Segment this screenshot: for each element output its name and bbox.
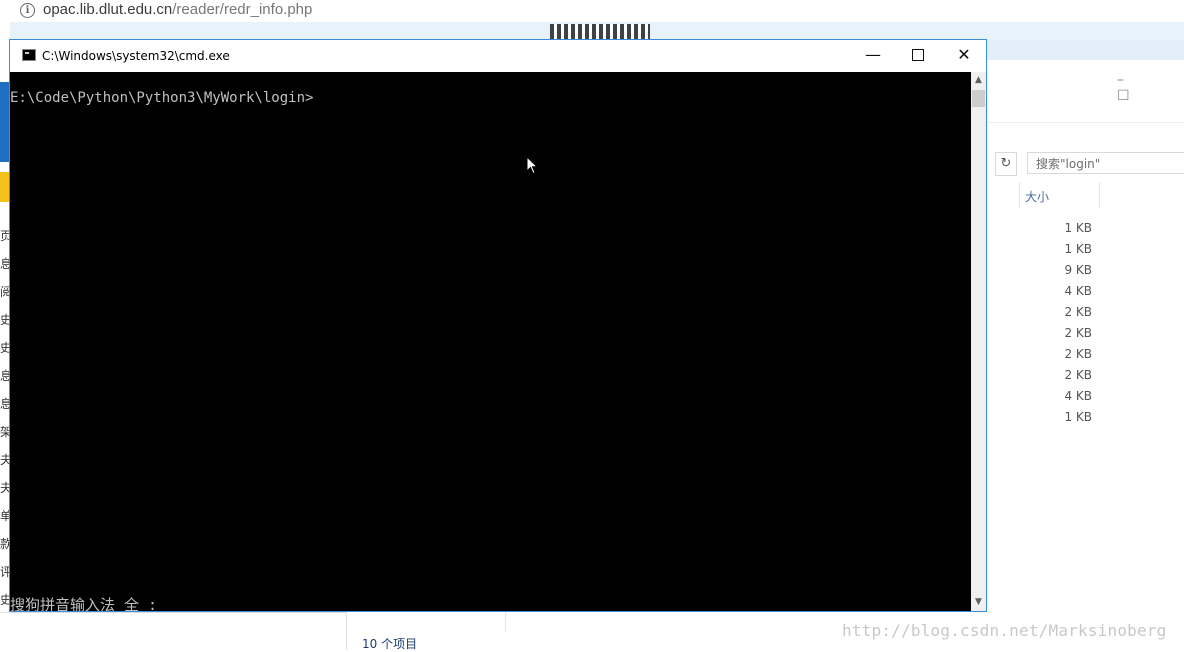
browser-address-bar[interactable]: i opac.lib.dlut.edu.cn/reader/redr_info.…: [0, 0, 1184, 23]
file-size-cell: 1 KB: [1064, 242, 1092, 256]
search-input[interactable]: 搜索"login": [1027, 152, 1184, 174]
file-size-cell: 4 KB: [1064, 389, 1092, 403]
explorer-maximize-button[interactable]: ☐: [1117, 88, 1130, 104]
console-area[interactable]: E:\Code\Python\Python3\MyWork\login> 搜狗拼…: [10, 72, 971, 611]
cmd-app-icon[interactable]: [22, 49, 36, 61]
size-column: 1 KB 1 KB 9 KB 4 KB 2 KB 2 KB 2 KB 2 KB 4 KB 1 KB: [987, 218, 1092, 428]
file-size-cell: 1 KB: [1064, 221, 1092, 235]
maximize-icon: [912, 48, 924, 61]
cmd-window-title: C:\Windows\system32\cmd.exe: [42, 49, 230, 63]
url-path: /reader/redr_info.php: [172, 1, 313, 18]
site-info-icon[interactable]: i: [20, 3, 35, 18]
explorer-ribbon-divider: [987, 122, 1184, 123]
mouse-cursor-icon: [526, 156, 538, 175]
file-size-cell: 1 KB: [1064, 410, 1092, 424]
explorer-window-controls: – ☐: [1117, 72, 1184, 104]
file-size-cell: 2 KB: [1064, 326, 1092, 340]
refresh-icon[interactable]: ↻: [995, 152, 1017, 176]
status-divider: [505, 612, 506, 632]
cmd-title-bar[interactable]: C:\Windows\system32\cmd.exe — ✕: [10, 40, 986, 72]
column-divider: [1099, 182, 1100, 208]
file-size-cell: 9 KB: [1064, 263, 1092, 277]
qr-code-image: [550, 24, 650, 40]
vertical-scrollbar[interactable]: ▲ ▼: [971, 72, 986, 611]
file-explorer-window: – ☐ ↻ 搜索"login" 大小 1 KB 1 KB 9 KB 4 KB 2 KB 2…: [986, 60, 1184, 650]
watermark: http://blog.csdn.net/Marksinoberg: [842, 621, 1167, 640]
command-prompt: E:\Code\Python\Python3\MyWork\login>: [10, 90, 314, 106]
url-text[interactable]: opac.lib.dlut.edu.cn/reader/redr_info.ph…: [43, 1, 312, 18]
minimize-button[interactable]: —: [850, 40, 896, 72]
item-count: 10 个项目: [362, 637, 418, 651]
file-size-cell: 2 KB: [1064, 368, 1092, 382]
close-button[interactable]: ✕: [941, 40, 987, 72]
size-column-header[interactable]: 大小: [1025, 188, 1049, 205]
column-divider: [1019, 182, 1020, 208]
url-host: opac.lib.dlut.edu.cn: [43, 1, 173, 18]
explorer-minimize-button[interactable]: –: [1117, 72, 1124, 88]
ime-status-text: 搜狗拼音输入法 全 :: [10, 596, 158, 611]
scrollbar-thumb[interactable]: [972, 90, 985, 107]
file-size-cell: 4 KB: [1064, 284, 1092, 298]
scroll-up-icon[interactable]: ▲: [971, 72, 986, 89]
page-header-strip: [986, 40, 1184, 60]
file-size-cell: 2 KB: [1064, 305, 1092, 319]
browser-page-bottom: [0, 612, 346, 651]
maximize-button[interactable]: [895, 40, 941, 72]
file-size-cell: 2 KB: [1064, 347, 1092, 361]
cmd-window[interactable]: C:\Windows\system32\cmd.exe — ✕ E:\Code\…: [9, 39, 987, 612]
scroll-down-icon[interactable]: ▼: [971, 594, 986, 611]
